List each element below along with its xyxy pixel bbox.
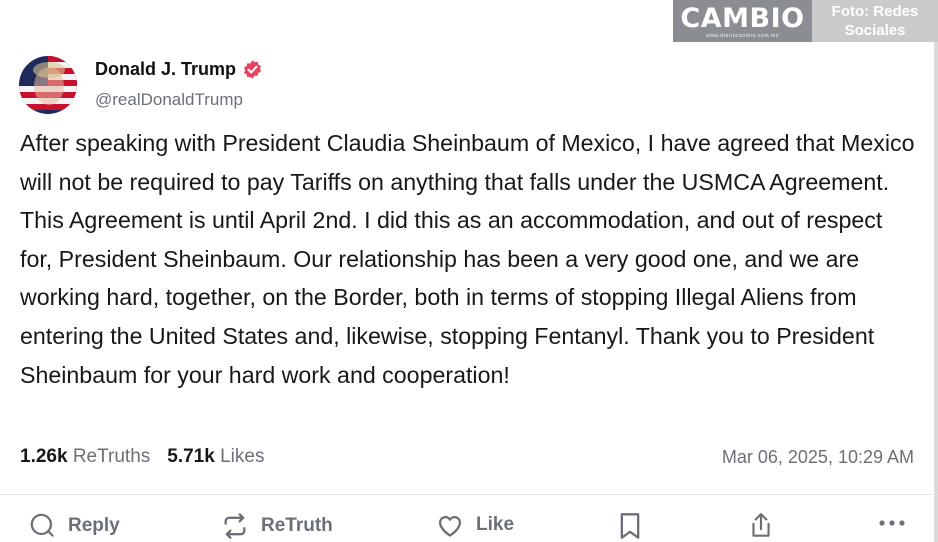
bookmark-button[interactable]	[618, 512, 642, 540]
like-button[interactable]: Like	[436, 512, 514, 538]
bookmark-icon	[620, 513, 640, 539]
likes-count: 5.71k	[167, 446, 215, 467]
share-button[interactable]	[748, 512, 774, 540]
post-text: After speaking with President Claudia Sh…	[20, 130, 915, 388]
author-handle[interactable]: @realDonaldTrump	[95, 90, 243, 110]
author-name-row[interactable]: Donald J. Trump	[95, 59, 263, 80]
photo-credit-line-1: Foto: Redes	[831, 3, 919, 20]
likes-stat[interactable]: 5.71k Likes	[167, 446, 264, 468]
retruths-label: ReTruths	[72, 446, 151, 467]
retruth-icon	[224, 513, 246, 539]
reply-icon	[30, 513, 54, 537]
photo-credit-line-2: Sociales	[844, 22, 906, 39]
likes-label: Likes	[220, 446, 265, 467]
divider	[0, 494, 938, 495]
photo-credit: Foto: Redes Sociales	[812, 0, 938, 42]
action-bar: Reply ReTruth Like	[0, 512, 938, 542]
reply-button[interactable]: Reply	[29, 512, 120, 539]
reply-label: Reply	[68, 514, 120, 536]
retruth-button[interactable]: ReTruth	[221, 512, 333, 540]
more-icon	[879, 520, 905, 526]
post-stats: 1.26k ReTruths 5.71k Likes	[20, 446, 281, 468]
more-button[interactable]	[877, 518, 907, 528]
author-name[interactable]: Donald J. Trump	[95, 59, 236, 80]
retruths-count: 1.26k	[20, 446, 68, 467]
watermark-brand: CAMBIO	[680, 3, 805, 34]
watermark-logo: CAMBIO www.diariocambio.com.mx	[673, 0, 812, 42]
watermark-url: www.diariocambio.com.mx	[706, 33, 779, 39]
like-label: Like	[476, 514, 515, 535]
retruth-label: ReTruth	[261, 515, 333, 536]
retruths-stat[interactable]: 1.26k ReTruths	[20, 446, 150, 468]
verified-badge-icon	[244, 60, 262, 79]
avatar-image	[19, 56, 77, 114]
avatar[interactable]	[19, 56, 77, 114]
share-icon	[752, 513, 770, 537]
watermark: CAMBIO www.diariocambio.com.mx Foto: Red…	[673, 0, 938, 42]
post-timestamp[interactable]: Mar 06, 2025, 10:29 AM	[722, 447, 914, 468]
page-edge-divider	[934, 42, 938, 542]
like-icon	[438, 515, 462, 537]
